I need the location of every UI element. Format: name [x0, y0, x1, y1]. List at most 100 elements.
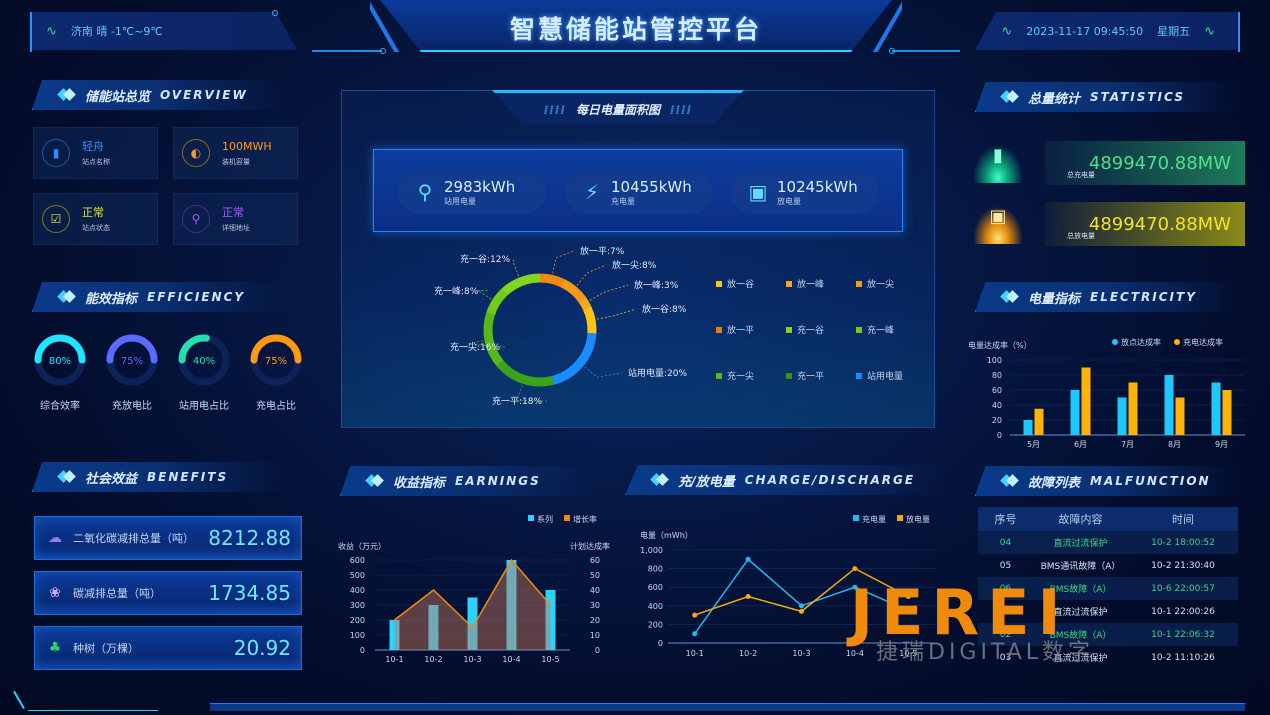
x-tick-label: 10-2 [424, 655, 442, 664]
legend-item[interactable]: 站用电量 [856, 369, 926, 382]
legend-item[interactable]: 放一谷 [716, 277, 786, 290]
x-tick-label: 10-4 [846, 649, 864, 658]
efficiency-section-title: 能效指标 EFFICIENCY [32, 282, 282, 312]
donut-slice [578, 296, 592, 310]
tick-label: 200 [648, 620, 663, 629]
y2-tick-label: 40 [590, 586, 600, 595]
weather-text: 济南 晴 -1℃~9℃ [70, 25, 163, 38]
legend-item[interactable]: 放一平 [716, 323, 786, 336]
bar [1034, 408, 1044, 435]
diamond-icon [367, 475, 385, 487]
tree-icon: ♣ [48, 640, 62, 656]
legend-item[interactable]: 放一尖 [856, 277, 926, 290]
card-value: 轻舟 [82, 139, 104, 153]
diamond-icon [59, 291, 77, 303]
efficiency-gauges: 80% 综合效率 75% 充放电比 40% 站用电占比 75% 充电占比 [33, 333, 303, 412]
earnings-section-title: 收益指标 EARNINGS [340, 466, 595, 496]
dots-deco: ⁞⁞⁞⁞ [543, 103, 566, 117]
cell-content: 直流过流保护 [1053, 539, 1108, 549]
diamond-icon [1002, 291, 1020, 303]
page-title: 智慧储能站管控平台 [509, 15, 762, 44]
gauge-arc: 75% [106, 334, 158, 386]
data-point [852, 566, 858, 572]
benefit-value: 8212.88 [208, 526, 291, 550]
diamond-icon [59, 89, 77, 101]
tick-label: 600 [350, 556, 365, 565]
dashboard: 智慧储能站管控平台 ∿ 济南 晴 -1℃~9℃ ∿ 2023-11-17 09:… [0, 0, 1270, 715]
donut-data-label: 放一谷:8% [642, 303, 687, 315]
tick-label: 0 [997, 431, 1002, 440]
bar [1211, 382, 1221, 435]
cell-time: 10-2 11:10:26 [1151, 652, 1215, 663]
kpi-value: 2983kWh [444, 177, 516, 196]
bar [1023, 420, 1033, 435]
section-title-zh: 电量指标 [1028, 291, 1081, 307]
donut-slice [496, 360, 555, 387]
gauge-charge-ratio: 75% 充电占比 [249, 333, 303, 412]
diamond-icon [652, 474, 670, 486]
diamond-icon [1002, 91, 1020, 103]
section-title-zh: 总量统计 [1028, 91, 1081, 107]
legend-item[interactable]: 充一谷 [786, 323, 856, 336]
footer-left-deco [13, 690, 25, 710]
donut-leader-line [589, 284, 629, 301]
legend-label: 放点达成率 [1121, 337, 1161, 347]
benefit-label: 碳减排总量（吨） [73, 587, 161, 600]
bar [1175, 397, 1185, 435]
datetime-text: 2023-11-17 09:45:50 [1026, 24, 1144, 38]
donut-data-label: 放一峰:3% [634, 279, 679, 291]
legend-item[interactable]: 放一峰 [786, 277, 856, 290]
x-tick-label: 10-2 [739, 649, 757, 658]
legend-label: 充电量 [862, 514, 886, 524]
lotus-icon: ❀ [49, 585, 61, 601]
donut-legend: 放一谷 放一峰 放一尖放一平 充一谷 充一峰充一尖 充一平 站用电量 [716, 277, 936, 382]
legend-item[interactable]: 充一平 [786, 369, 856, 382]
cell-no: 04 [999, 537, 1012, 548]
data-point [692, 612, 698, 618]
left-bracket-deco [30, 12, 32, 52]
benefit-value: 1734.85 [208, 581, 291, 605]
donut-data-label: 站用电量:20% [628, 367, 687, 379]
bar [1128, 382, 1138, 435]
x-tick-label: 10-1 [686, 649, 704, 658]
donut-data-label: 充一平:18% [492, 395, 542, 407]
tick-label: 60 [992, 386, 1002, 395]
donut-leader-line [576, 264, 607, 286]
benefit-carbon: ❀ 碳减排总量（吨） 1734.85 [34, 571, 302, 615]
donut-data-label: 放一尖:8% [612, 259, 657, 271]
legend-item[interactable]: 充一峰 [856, 323, 926, 336]
pulse-icon: ∿ [1001, 23, 1013, 39]
legend-label: 放电量 [906, 514, 930, 524]
tick-label: 200 [350, 616, 365, 625]
y2-tick-label: 0 [595, 646, 600, 655]
section-title-zh: 储能站总览 [85, 89, 151, 105]
y2-tick-label: 20 [590, 616, 600, 625]
kpi-value: 10455kWh [611, 177, 692, 196]
legend-swatch [716, 280, 722, 287]
title-right-deco [872, 0, 902, 52]
donut-data-label: 放一平:7% [580, 245, 625, 257]
table-row[interactable]: 04 直流过流保护 10-2 18:00:52 [978, 531, 1238, 554]
legend-swatch [786, 280, 792, 287]
gauge-arc: 80% [34, 334, 86, 386]
legend-label: 放一谷 [727, 280, 755, 290]
donut-slice [582, 305, 597, 334]
moon-icon: ◐ [182, 139, 210, 167]
overview-section-title: 储能站总览 OVERVIEW [32, 80, 282, 110]
card-label: 站点状态 [82, 223, 110, 232]
table-row[interactable]: 05 BMS通讯故障（A） 10-2 21:30:40 [978, 554, 1238, 577]
dots-deco: ⁞⁞⁞⁞ [670, 103, 693, 117]
x-tick-label: 5月 [1027, 440, 1040, 449]
legend-marker [853, 515, 859, 521]
header-line-left [312, 50, 382, 52]
gauge-arc: 75% [250, 334, 302, 386]
section-title-en: BENEFITS [147, 470, 229, 484]
section-title-zh: 充/放电量 [678, 474, 735, 490]
legend-swatch [786, 372, 792, 379]
tick-label: 0 [360, 646, 365, 655]
data-point [799, 608, 804, 614]
stat-label: 总放电量 [1067, 232, 1095, 240]
data-point [692, 631, 698, 637]
legend-marker [528, 515, 534, 521]
legend-item[interactable]: 充一尖 [716, 369, 786, 382]
